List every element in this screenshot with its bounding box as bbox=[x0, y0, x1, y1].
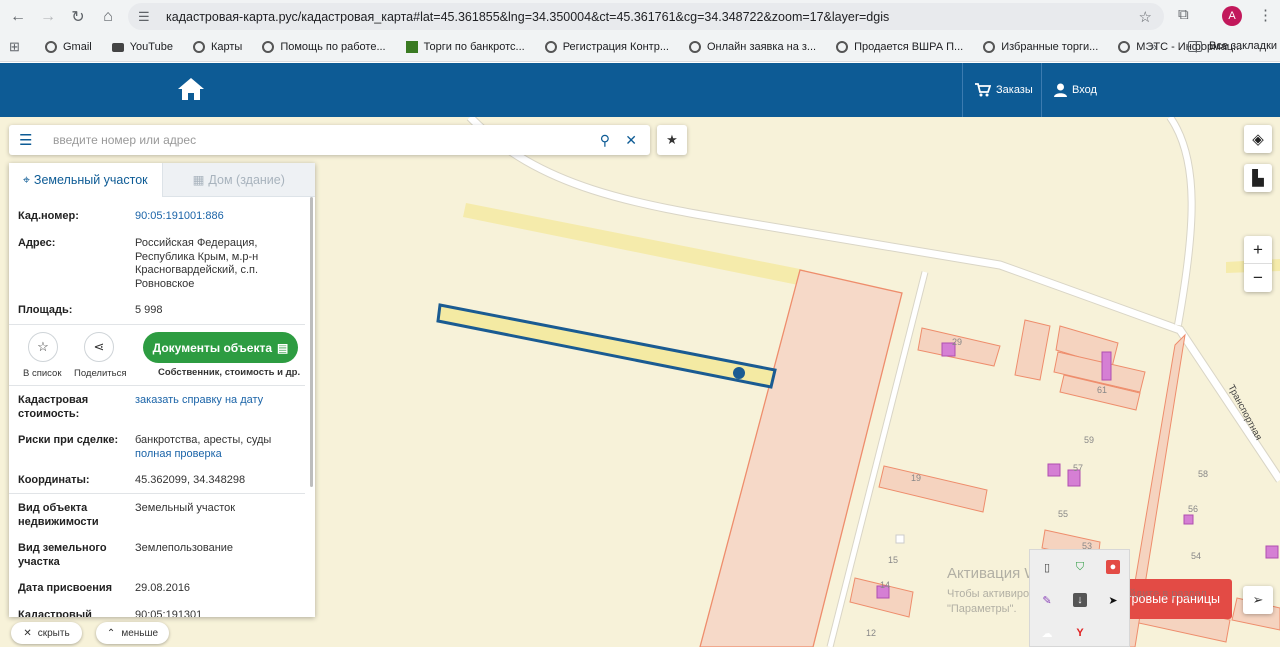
house-number: 14 bbox=[880, 580, 891, 590]
globe-icon bbox=[836, 41, 849, 53]
house-number: 29 bbox=[952, 337, 963, 347]
apps-grid-icon[interactable]: ⊞ bbox=[9, 39, 25, 55]
less-button[interactable]: ⌃ меньше bbox=[96, 622, 169, 644]
house-number: 19 bbox=[911, 473, 922, 483]
globe-icon bbox=[192, 41, 205, 53]
download-icon[interactable]: ↓ bbox=[1073, 593, 1087, 607]
yandex-icon[interactable]: Y bbox=[1073, 626, 1087, 640]
bookmark-item[interactable]: Регистрация Контр... bbox=[544, 41, 669, 53]
bookmark-item[interactable]: Помощь по работе... bbox=[262, 41, 386, 53]
bookmark-star-icon[interactable]: ☆ bbox=[1139, 8, 1152, 26]
add-to-list-button[interactable]: ☆ bbox=[28, 332, 58, 362]
orders-button[interactable]: Заказы bbox=[962, 63, 1041, 117]
profile-avatar[interactable]: A bbox=[1222, 6, 1242, 26]
home-icon[interactable] bbox=[177, 77, 205, 104]
site-header: Заказы Вход bbox=[0, 63, 1280, 117]
video-record-icon[interactable]: ● bbox=[1106, 560, 1120, 574]
bookmark-item[interactable]: Избранные торги... bbox=[983, 41, 1098, 53]
star-outline-icon: ☆ bbox=[37, 339, 49, 354]
divider bbox=[9, 385, 305, 386]
bookmark-item[interactable]: Торги по банкротс... bbox=[405, 41, 525, 53]
reload-icon[interactable]: ↻ bbox=[66, 5, 90, 29]
zoom-control: + − bbox=[1244, 236, 1272, 292]
globe-icon bbox=[544, 41, 557, 53]
full-check-link[interactable]: полная проверка bbox=[135, 448, 305, 462]
close-icon: ✕ bbox=[23, 627, 32, 639]
house-number: 58 bbox=[1198, 469, 1209, 479]
tab-land-plot[interactable]: ⌖ Земельный участок bbox=[9, 163, 162, 197]
close-icon[interactable]: ✕ bbox=[625, 132, 637, 149]
globe-icon bbox=[262, 41, 275, 53]
house-number: 57 bbox=[1073, 463, 1084, 473]
favorites-star-icon[interactable]: ★ bbox=[657, 125, 687, 155]
globe-icon bbox=[1118, 41, 1131, 53]
bookmark-item[interactable]: Онлайн заявка на з... bbox=[689, 41, 816, 53]
zoom-in-button[interactable]: + bbox=[1244, 236, 1272, 264]
zoom-out-button[interactable]: − bbox=[1244, 264, 1272, 292]
globe-icon bbox=[45, 41, 57, 53]
divider bbox=[9, 324, 305, 325]
more-bookmarks-icon[interactable]: » bbox=[1150, 39, 1157, 54]
folder-icon bbox=[1188, 40, 1202, 52]
url-text[interactable]: кадастровая-карта.рус/кадастровая_карта#… bbox=[166, 10, 889, 24]
house-number: 15 bbox=[888, 555, 899, 565]
site-info-icon[interactable]: ☰ bbox=[138, 9, 156, 25]
send-icon[interactable]: ➤ bbox=[1106, 593, 1120, 607]
building-icon: ▦ bbox=[192, 173, 205, 187]
tab-house[interactable]: ▦ Дом (здание) bbox=[161, 163, 315, 197]
login-button[interactable]: Вход bbox=[1041, 63, 1121, 117]
search-icon[interactable]: ⚲ bbox=[600, 132, 610, 149]
address-bar[interactable]: ☰ кадастровая-карта.рус/кадастровая_карт… bbox=[128, 3, 1164, 30]
map-style-icon[interactable]: ▙ bbox=[1244, 164, 1272, 192]
shield-icon[interactable]: ⛉ bbox=[1073, 560, 1087, 574]
bookmark-item[interactable]: Карты bbox=[192, 41, 242, 53]
hide-panel-button[interactable]: ✕ скрыть bbox=[11, 622, 82, 644]
back-icon[interactable]: ← bbox=[6, 5, 30, 29]
divider bbox=[9, 493, 305, 494]
bookmark-item[interactable]: Gmail bbox=[45, 41, 92, 53]
pen-icon[interactable]: ✎ bbox=[1040, 593, 1054, 607]
cloud-icon[interactable]: ☁ bbox=[1040, 626, 1054, 640]
house-number: 55 bbox=[1058, 509, 1069, 519]
object-info-panel: ⌖ Земельный участок ▦ Дом (здание) Кад.ном… bbox=[9, 163, 315, 617]
forward-icon[interactable]: → bbox=[36, 5, 60, 29]
order-statement-link[interactable]: заказать справку на дату bbox=[135, 394, 305, 408]
browser-toolbar: ← → ↻ ⌂ ☰ кадастровая-карта.рус/кадастро… bbox=[0, 0, 1280, 33]
house-number: 56 bbox=[1188, 504, 1199, 514]
site-favicon-icon bbox=[405, 41, 418, 53]
cart-icon bbox=[975, 83, 991, 97]
bookmark-item[interactable]: Продается ВШРА П... bbox=[836, 41, 963, 53]
extensions-icon[interactable]: ⧉ bbox=[1178, 6, 1189, 23]
house-number: 54 bbox=[1191, 551, 1202, 561]
globe-icon bbox=[689, 41, 701, 53]
search-bar: ☰ ⚲ ✕ bbox=[9, 125, 650, 155]
bookmark-item[interactable]: YouTube bbox=[111, 41, 173, 53]
browser-menu-icon[interactable]: ⋮ bbox=[1258, 6, 1273, 24]
menu-icon[interactable]: ☰ bbox=[19, 131, 35, 149]
cad-number-link[interactable]: 90:05:191001:886 bbox=[135, 210, 305, 224]
chevron-up-icon: ⌃ bbox=[106, 627, 116, 639]
house-number: 59 bbox=[1084, 435, 1095, 445]
layers-icon[interactable]: ◈ bbox=[1244, 125, 1272, 153]
user-icon bbox=[1054, 83, 1067, 97]
pin-icon: ⌖ bbox=[22, 172, 30, 187]
home-browser-icon[interactable]: ⌂ bbox=[96, 5, 120, 29]
locate-icon[interactable]: ➢ bbox=[1243, 586, 1273, 614]
panel-scrollbar[interactable] bbox=[310, 197, 313, 487]
system-tray-popup: ▯ ⛉ ● ✎ ↓ ➤ ☁ Y bbox=[1029, 549, 1130, 647]
youtube-icon bbox=[111, 42, 124, 52]
search-input[interactable] bbox=[53, 133, 573, 147]
bookmarks-bar: ⊞ Gmail YouTube Карты Помощь по работе..… bbox=[0, 33, 1280, 62]
globe-icon bbox=[983, 41, 996, 53]
document-icon: ▤ bbox=[277, 340, 289, 355]
house-number: 12 bbox=[866, 628, 877, 638]
documents-button[interactable]: Документы объекта ▤ bbox=[143, 332, 298, 363]
house-number: 61 bbox=[1097, 385, 1108, 395]
share-button[interactable]: ⋖ bbox=[84, 332, 114, 362]
share-icon: ⋖ bbox=[93, 339, 105, 354]
usb-icon[interactable]: ▯ bbox=[1040, 560, 1054, 574]
all-bookmarks[interactable]: Все закладки bbox=[1188, 40, 1277, 52]
